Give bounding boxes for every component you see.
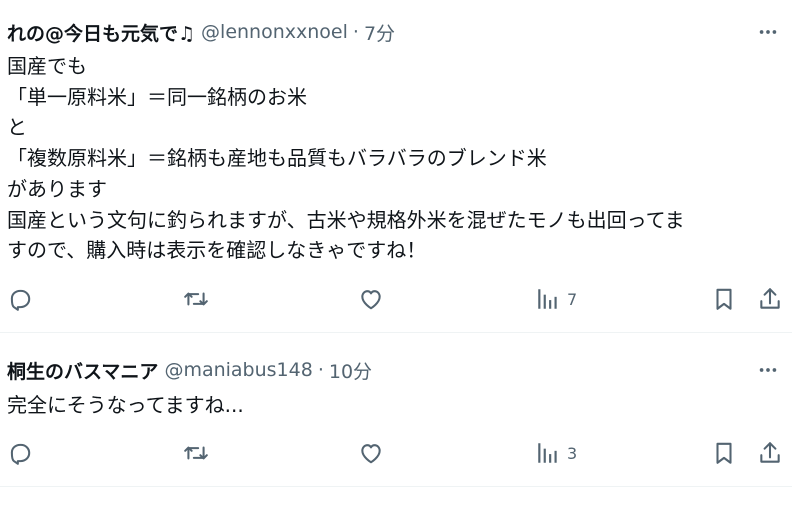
- like-button[interactable]: [358, 284, 384, 314]
- bookmark-button[interactable]: [711, 438, 737, 468]
- views-button[interactable]: 7: [535, 284, 577, 314]
- post-text-line: があります: [7, 176, 107, 201]
- post-text-line: 国産という文句に釣られますが、古米や規格外米を混ぜたモノも出回ってま: [7, 207, 685, 232]
- more-dots-icon: [759, 368, 777, 372]
- repost-icon: [184, 292, 208, 306]
- views-button[interactable]: 3: [535, 438, 577, 468]
- repost-icon: [184, 446, 208, 460]
- author-handle[interactable]: @lennonxxnoel: [201, 21, 348, 43]
- author-name[interactable]: れの@今日も元気で♫: [7, 19, 195, 46]
- post-header: 桐生のバスマニア @maniabus148 · 10分: [7, 356, 792, 384]
- timestamp[interactable]: 10分: [329, 357, 372, 384]
- more-button[interactable]: [754, 356, 782, 384]
- post-text-line: と: [7, 115, 27, 140]
- action-bar: 3: [0, 438, 792, 468]
- separator: ·: [317, 359, 324, 381]
- view-count: 3: [567, 443, 578, 463]
- post-header: れの@今日も元気で♫ @lennonxxnoel · 7分: [7, 18, 792, 46]
- post-text-line: 「複数原料米」＝銘柄も産地も品質もバラバラのブレンド米: [7, 146, 547, 171]
- post-text-line: 国産でも: [7, 54, 87, 78]
- repost-button[interactable]: [183, 438, 209, 468]
- view-count: 7: [567, 289, 578, 309]
- like-icon: [361, 290, 381, 310]
- share-icon: [760, 442, 780, 463]
- repost-button[interactable]: [183, 284, 209, 314]
- post-text: 完全にそうなってますね...: [7, 390, 244, 421]
- like-icon: [361, 444, 381, 464]
- post-text-line: 「単一原料米」＝同一銘柄のお米: [7, 84, 307, 109]
- author-handle[interactable]: @maniabus148: [164, 359, 312, 381]
- reply-icon: [10, 443, 31, 465]
- author-name[interactable]: 桐生のバスマニア: [7, 357, 158, 384]
- bookmark-button[interactable]: [711, 284, 737, 314]
- like-button[interactable]: [358, 438, 384, 468]
- reply-icon: [10, 289, 31, 311]
- post-text-line: すので、購入時は表示を確認しなきゃですね！: [7, 238, 427, 263]
- post-text-line: 完全にそうなってますね...: [7, 393, 244, 417]
- views-icon: [538, 443, 557, 463]
- post[interactable]: 桐生のバスマニア @maniabus148 · 10分 完全にそうなってますね.…: [0, 333, 792, 487]
- bookmark-icon: [716, 288, 732, 310]
- share-button[interactable]: [757, 438, 783, 468]
- views-icon: [538, 289, 557, 309]
- post[interactable]: れの@今日も元気で♫ @lennonxxnoel · 7分 国産でも 「単一原料…: [0, 0, 792, 333]
- reply-button[interactable]: [7, 284, 33, 314]
- separator: ·: [352, 21, 359, 43]
- more-dots-icon: [759, 30, 777, 34]
- share-button[interactable]: [757, 284, 783, 314]
- reply-button[interactable]: [7, 438, 33, 468]
- action-bar: 7: [0, 284, 792, 314]
- timestamp[interactable]: 7分: [364, 19, 395, 46]
- share-icon: [760, 288, 780, 309]
- post-text: 国産でも 「単一原料米」＝同一銘柄のお米 と 「複数原料米」＝銘柄も産地も品質も…: [7, 51, 685, 266]
- bookmark-icon: [716, 442, 732, 464]
- more-button[interactable]: [754, 18, 782, 46]
